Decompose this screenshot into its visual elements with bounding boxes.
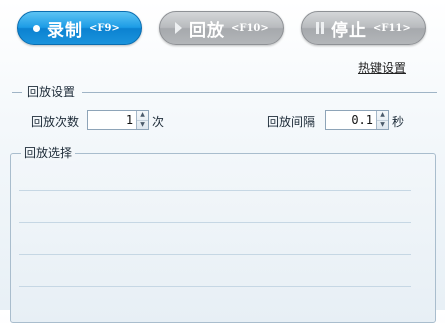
section-divider [82, 92, 437, 93]
playback-interval-spinbox[interactable]: ▲ ▼ [325, 110, 389, 130]
playback-count-input[interactable] [88, 111, 137, 129]
pause-icon [311, 22, 329, 34]
list-row-line [19, 222, 411, 223]
replay-shortcut: <F10> [231, 22, 269, 34]
playback-interval-unit: 秒 [392, 115, 405, 129]
playback-count-spinbox[interactable]: ▲ ▼ [87, 110, 149, 130]
playback-selection-group [10, 153, 436, 323]
increment-arrow-icon[interactable]: ▲ [137, 111, 148, 120]
decrement-arrow-icon[interactable]: ▼ [137, 119, 148, 130]
playback-selection-title: 回放选择 [21, 144, 76, 161]
decrement-arrow-icon[interactable]: ▼ [377, 119, 388, 130]
replay-button[interactable]: 回放 <F10> [159, 11, 284, 45]
stop-shortcut: <F11> [373, 22, 411, 34]
playback-count-unit: 次 [152, 115, 165, 129]
play-icon [169, 22, 187, 34]
stop-button[interactable]: 停止 <F11> [301, 11, 426, 45]
record-button-label: 录制 [47, 20, 83, 41]
hotkey-settings-link[interactable]: 热键设置 [358, 59, 406, 76]
record-button[interactable]: 录制 <F9> [17, 11, 142, 45]
list-row-line [19, 254, 411, 255]
record-shortcut: <F9> [89, 22, 120, 34]
stop-button-label: 停止 [331, 20, 367, 41]
playback-interval-stepper[interactable]: ▲ ▼ [376, 111, 388, 129]
replay-button-label: 回放 [189, 20, 225, 41]
section-divider [12, 92, 22, 93]
playback-count-label: 回放次数 [31, 115, 80, 129]
list-row-line [19, 190, 411, 191]
increment-arrow-icon[interactable]: ▲ [377, 111, 388, 120]
list-row-line [19, 286, 411, 287]
playback-count-stepper[interactable]: ▲ ▼ [136, 111, 148, 129]
playback-interval-label: 回放间隔 [267, 115, 316, 129]
playback-settings-title: 回放设置 [27, 85, 76, 99]
playback-interval-input[interactable] [326, 111, 376, 129]
record-dot-icon [27, 24, 45, 32]
